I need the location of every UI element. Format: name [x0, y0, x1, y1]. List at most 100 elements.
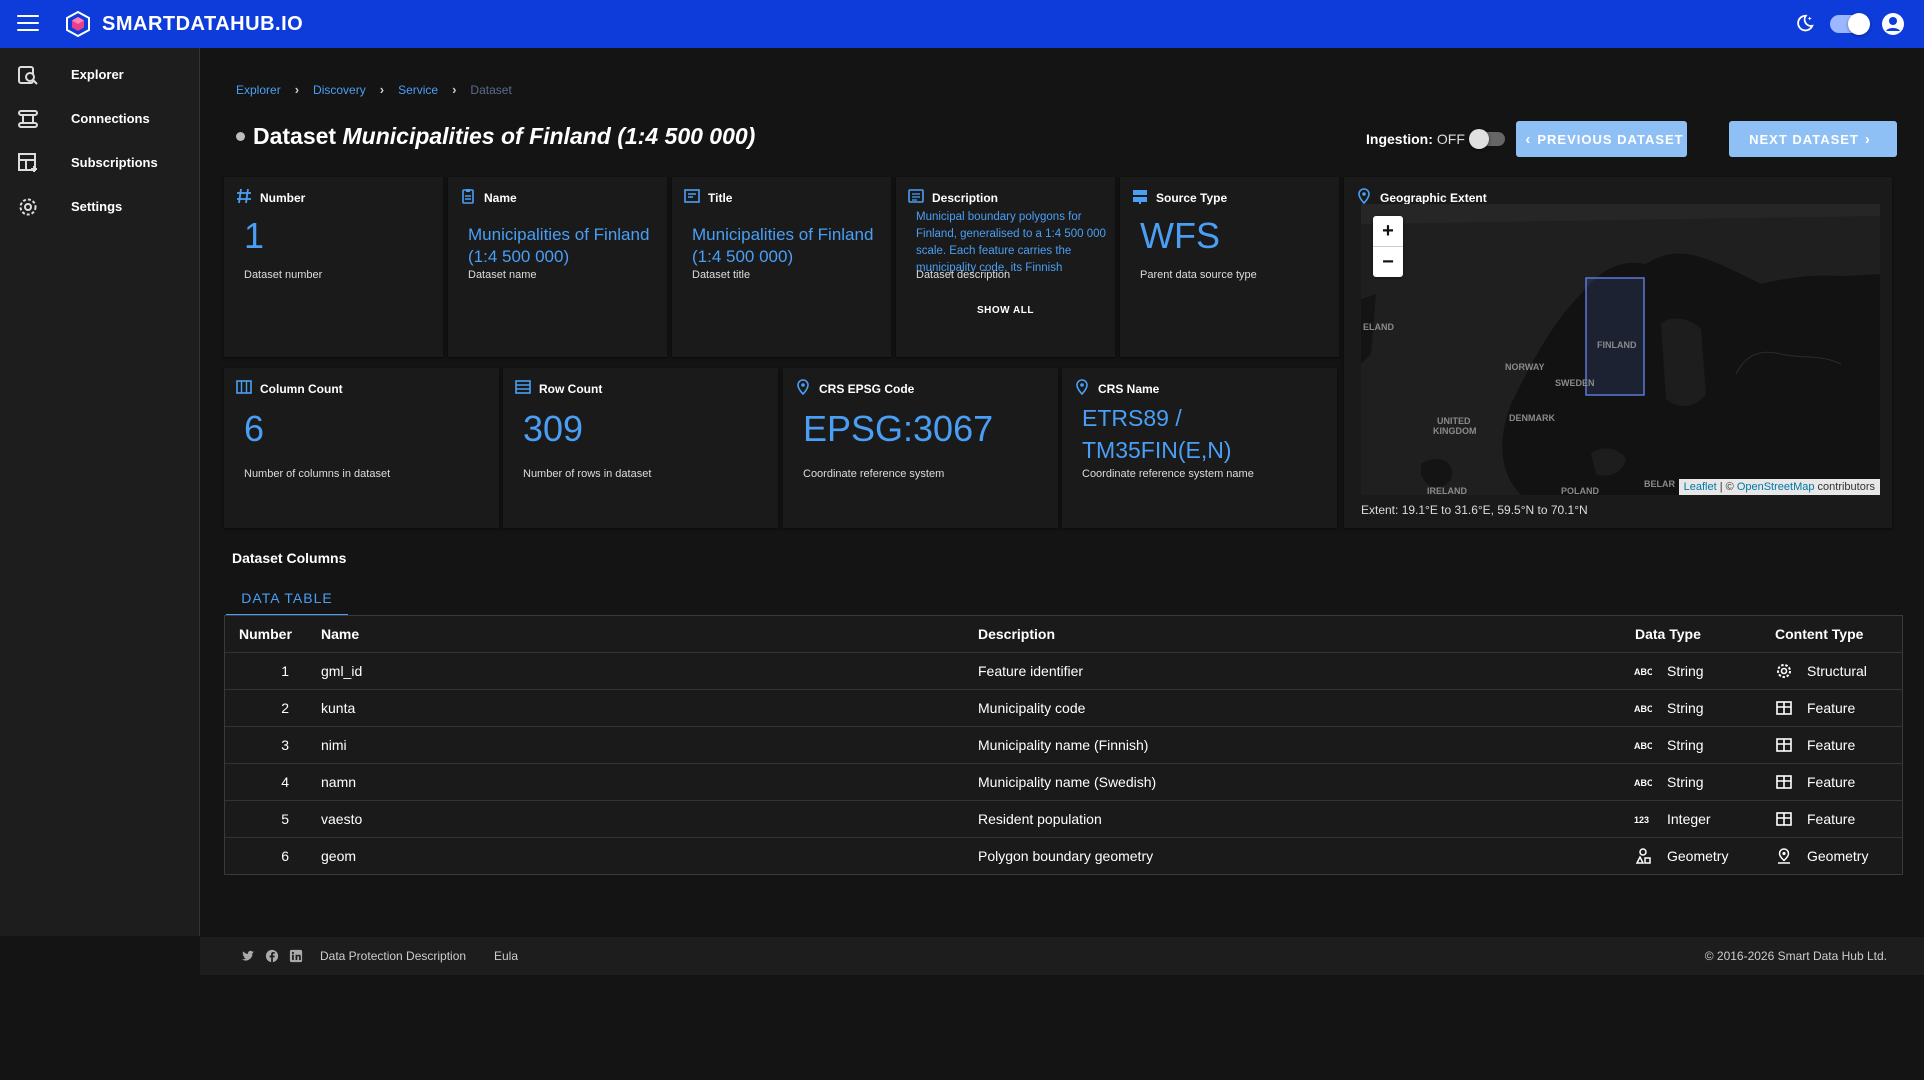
card-title: Description — [932, 191, 999, 205]
account-icon[interactable] — [1881, 12, 1905, 36]
next-dataset-label: NEXT DATASET — [1749, 131, 1859, 147]
header-description[interactable]: Description — [978, 616, 1055, 652]
top-app-bar: SMARTDATAHUB.IO — [0, 0, 1924, 48]
cell-content-type: Structural — [1807, 663, 1867, 679]
next-dataset-button[interactable]: NEXT DATASET › — [1729, 121, 1897, 157]
zoom-in-button[interactable]: + — [1373, 216, 1403, 246]
menu-icon[interactable] — [17, 15, 39, 33]
breadcrumb-explorer[interactable]: Explorer — [236, 83, 281, 97]
card-title: Geographic Extent — [1380, 191, 1487, 205]
breadcrumb-discovery[interactable]: Discovery — [313, 83, 366, 97]
map-label: SWEDEN — [1555, 378, 1595, 388]
card-value: ETRS89 / TM35FIN(E,N) — [1082, 405, 1232, 463]
data-protection-link[interactable]: Data Protection Description — [320, 949, 466, 963]
cell-number: 5 — [281, 811, 289, 827]
section-title: Dataset Columns — [232, 550, 347, 566]
ingestion-control: Ingestion: OFF — [1366, 129, 1505, 149]
breadcrumb-dataset: Dataset — [470, 82, 512, 97]
extent-map[interactable]: ELAND FINLAND NORWAY SWEDEN DENMARK UNIT… — [1361, 204, 1880, 495]
table-row[interactable]: 6 geom Polygon boundary geometry Geometry Ge… — [225, 838, 1902, 874]
moon-icon[interactable] — [1793, 13, 1815, 35]
cell-description: Feature identifier — [978, 663, 1084, 679]
cell-name: geom — [321, 848, 357, 864]
cell-description: Municipality code — [978, 700, 1086, 716]
cell-data-type: String — [1667, 737, 1704, 753]
card-description: Description Municipal boundary polygons … — [896, 177, 1115, 357]
table-icon — [1775, 774, 1793, 790]
card-desc: Coordinate reference system — [803, 468, 945, 480]
card-desc: Dataset description — [916, 269, 1011, 281]
twitter-icon[interactable] — [241, 949, 255, 963]
gear-icon — [19, 198, 37, 216]
card-value: Municipalities of Finland (1:4 500 000) — [468, 225, 650, 266]
tab-data-table[interactable]: DATA TABLE — [226, 584, 348, 616]
svg-text:123: 123 — [1634, 815, 1649, 825]
svg-text:ABC: ABC — [1634, 667, 1652, 677]
header-content-type[interactable]: Content Type — [1775, 616, 1863, 652]
chevron-right-icon: › — [452, 82, 457, 97]
cell-description: Municipality name (Finnish) — [978, 737, 1149, 753]
sidebar-item-explorer[interactable]: Explorer — [0, 55, 199, 95]
location-pin-icon — [797, 379, 809, 395]
abc-icon: ABC — [1634, 737, 1652, 753]
card-crs-epsg: CRS EPSG Code EPSG:3067 Coordinate refer… — [783, 368, 1058, 528]
status-dot — [236, 132, 245, 141]
chevron-left-icon: ‹ — [1525, 130, 1532, 148]
table-header-row: Number Name Description Data Type Conten… — [225, 616, 1902, 653]
card-title: Number — [260, 191, 306, 205]
sidebar-item-settings[interactable]: Settings — [0, 187, 199, 227]
table-row[interactable]: 1 gml_id Feature identifier ABC String Struct… — [225, 653, 1902, 690]
shapes-icon — [1634, 848, 1652, 864]
abc-icon: ABC — [1634, 700, 1652, 716]
attribution-suffix: contributors — [1814, 481, 1875, 493]
extent-text: Extent: 19.1°E to 31.6°E, 59.5°N to 70.1… — [1361, 503, 1588, 517]
cell-number: 4 — [281, 774, 289, 790]
linkedin-icon[interactable] — [289, 949, 303, 963]
cell-name: nimi — [321, 737, 347, 753]
card-column-count: Column Count 6 Number of columns in data… — [224, 368, 499, 528]
table-row[interactable]: 2 kunta Municipality code ABC String Feature — [225, 690, 1902, 727]
map-label: FINLAND — [1597, 340, 1637, 350]
zoom-out-button[interactable]: − — [1373, 246, 1403, 277]
previous-dataset-button[interactable]: ‹ PREVIOUS DATASET — [1516, 121, 1687, 157]
cell-data-type: String — [1667, 700, 1704, 716]
card-value: 309 — [523, 408, 584, 449]
table-row[interactable]: 3 nimi Municipality name (Finnish) ABC Strin… — [225, 727, 1902, 764]
header-number[interactable]: Number — [239, 616, 292, 652]
chevron-right-icon: › — [1864, 130, 1871, 148]
cell-data-type: String — [1667, 774, 1704, 790]
sidebar-item-label: Connections — [71, 111, 150, 126]
abc-icon: ABC — [1634, 663, 1652, 679]
explorer-icon — [18, 66, 38, 85]
leaflet-link[interactable]: Leaflet — [1684, 481, 1717, 493]
breadcrumb-service[interactable]: Service — [398, 83, 438, 97]
table-row[interactable]: 5 vaesto Resident population 123 Integer Feat… — [225, 801, 1902, 838]
previous-dataset-label: PREVIOUS DATASET — [1537, 131, 1684, 147]
header-data-type[interactable]: Data Type — [1635, 616, 1701, 652]
title-dataset-name: Municipalities of Finland (1:4 500 000) — [342, 123, 756, 149]
table-row[interactable]: 4 namn Municipality name (Swedish) ABC Strin… — [225, 764, 1902, 801]
copyright: © 2016-2026 Smart Data Hub Ltd. — [1704, 949, 1887, 963]
map-zoom-control: + − — [1373, 216, 1403, 277]
show-all-button[interactable]: SHOW ALL — [896, 305, 1115, 316]
cell-content-type: Feature — [1807, 811, 1856, 827]
card-desc: Dataset number — [244, 269, 323, 281]
sidebar-item-subscriptions[interactable]: Subscriptions — [0, 143, 199, 183]
footer: Data Protection Description Eula © 2016-… — [200, 937, 1924, 975]
dark-mode-toggle[interactable] — [1830, 13, 1870, 35]
card-title: Source Type — [1156, 191, 1228, 205]
ingestion-toggle[interactable] — [1468, 129, 1505, 149]
sidebar-item-connections[interactable]: Connections — [0, 99, 199, 139]
card-name: Name Municipalities of Finland (1:4 500 … — [448, 177, 667, 357]
facebook-icon[interactable] — [265, 949, 279, 963]
card-number: Number 1 Dataset number — [224, 177, 443, 357]
logo-cube-icon — [66, 10, 90, 38]
table-icon — [1775, 811, 1793, 827]
page-title: Dataset Municipalities of Finland (1:4 5… — [236, 123, 755, 150]
card-value: 1 — [244, 215, 265, 256]
header-name[interactable]: Name — [321, 616, 359, 652]
osm-link[interactable]: OpenStreetMap — [1737, 481, 1815, 493]
rows-icon — [515, 380, 531, 394]
eula-link[interactable]: Eula — [494, 949, 518, 963]
description-icon — [908, 189, 924, 203]
